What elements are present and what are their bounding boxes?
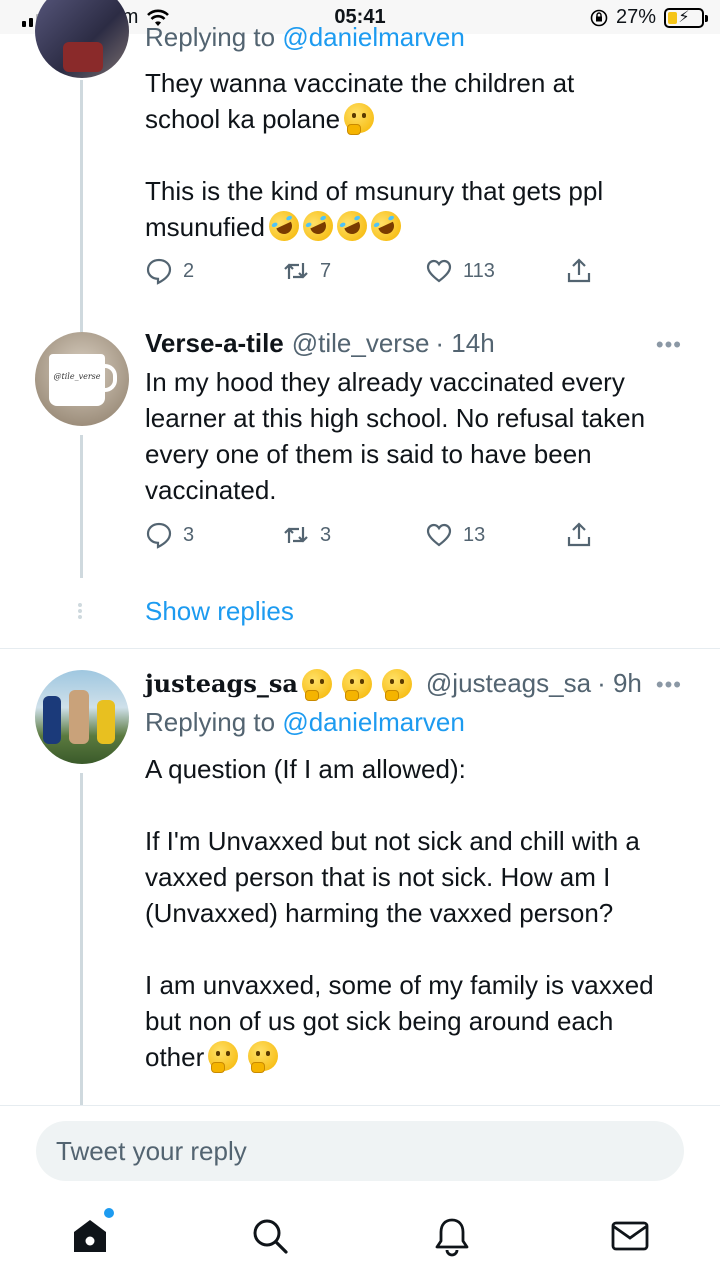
display-name[interactable]: justeags_sa	[145, 669, 298, 698]
bell-icon	[435, 1218, 469, 1257]
mention-link[interactable]: @danielmarven	[282, 22, 464, 52]
battery-percent: 27%	[615, 6, 656, 28]
reply-icon	[146, 258, 172, 285]
like-count: 13	[463, 523, 486, 546]
rofl-emoji	[298, 206, 338, 246]
tab-notifications[interactable]	[430, 1214, 474, 1258]
like-action[interactable]: 113	[425, 257, 495, 285]
tweet-header: justeags_sa @justeags_sa · 9h	[145, 668, 642, 701]
mug-image: @tile_verse	[49, 354, 105, 406]
reply-count: 3	[183, 523, 195, 546]
tab-search[interactable]	[248, 1214, 292, 1258]
more-options-icon[interactable]: •••	[656, 332, 682, 358]
display-name[interactable]: Verse-a-tile	[145, 328, 284, 359]
envelope-icon	[611, 1221, 649, 1251]
thinking-face-emoji	[381, 668, 412, 701]
share-action[interactable]	[565, 257, 593, 285]
replying-to: Replying to @danielmarven	[145, 707, 465, 737]
divider	[0, 648, 720, 649]
thinking-face-emoji	[248, 1041, 279, 1073]
tab-home[interactable]	[68, 1208, 114, 1258]
thinking-face-emoji	[301, 668, 332, 701]
battery-icon: ⚡	[664, 7, 708, 28]
thread-continuation-dots	[78, 601, 84, 621]
avatar-justeags[interactable]	[35, 670, 129, 764]
status-right: 27% ⚡	[590, 6, 708, 29]
replying-to: Replying to @danielmarven	[145, 22, 465, 52]
retweet-count: 7	[320, 259, 332, 282]
avatar-danielmarven-reply[interactable]	[35, 0, 129, 78]
thinking-face-emoji	[344, 103, 375, 135]
orientation-lock-icon	[590, 9, 608, 26]
like-action[interactable]: 13	[425, 521, 485, 549]
heart-icon	[426, 523, 452, 547]
tweet-reply-input[interactable]	[36, 1121, 684, 1181]
tweet-time: · 9h	[597, 668, 642, 698]
rofl-emoji	[332, 206, 372, 246]
rofl-emoji	[366, 206, 406, 246]
thread-line	[80, 773, 83, 1105]
search-icon	[253, 1219, 288, 1254]
thread-line	[80, 435, 83, 578]
share-icon	[567, 522, 591, 547]
show-replies-link[interactable]: Show replies	[145, 596, 294, 627]
tab-messages[interactable]	[608, 1214, 652, 1258]
tweet-actions: 3 3 13	[145, 521, 605, 551]
retweet-action[interactable]: 7	[282, 257, 331, 285]
user-handle[interactable]: @justeags_sa	[426, 668, 591, 699]
tweet-text: They wanna vaccinate the children at sch…	[145, 65, 603, 246]
thinking-face-emoji	[341, 668, 372, 701]
tweet-text: In my hood they already vaccinated every…	[145, 367, 646, 505]
reply-action[interactable]: 3	[145, 521, 194, 549]
thinking-face-emoji	[208, 1041, 239, 1073]
share-icon	[567, 258, 591, 283]
retweet-action[interactable]: 3	[282, 521, 331, 549]
reply-count: 2	[183, 259, 195, 282]
rofl-emoji	[264, 206, 304, 246]
heart-icon	[426, 259, 452, 283]
mention-link[interactable]: @danielmarven	[282, 707, 464, 737]
retweet-icon	[284, 527, 308, 543]
tweet-time: · 14h	[435, 328, 495, 358]
like-count: 113	[463, 259, 495, 282]
thread-line	[80, 80, 83, 332]
share-action[interactable]	[565, 521, 593, 549]
tweet-actions: 2 7 113	[145, 257, 605, 287]
tweet-header: Verse-a-tile @tile_verse · 14h	[145, 328, 495, 359]
retweet-icon	[284, 263, 308, 279]
reply-icon	[146, 522, 172, 549]
notification-dot	[104, 1208, 114, 1218]
bottom-tab-bar	[0, 1206, 720, 1276]
tweet-text: A question (If I am allowed): If I'm Unv…	[145, 754, 654, 1073]
reply-action[interactable]: 2	[145, 257, 194, 285]
more-options-icon[interactable]: •••	[656, 672, 682, 698]
avatar-tile-verse[interactable]: @tile_verse	[35, 332, 129, 426]
user-handle[interactable]: @tile_verse	[292, 328, 430, 359]
home-icon	[74, 1220, 106, 1252]
reply-composer-bar	[0, 1105, 720, 1280]
retweet-count: 3	[320, 523, 332, 546]
